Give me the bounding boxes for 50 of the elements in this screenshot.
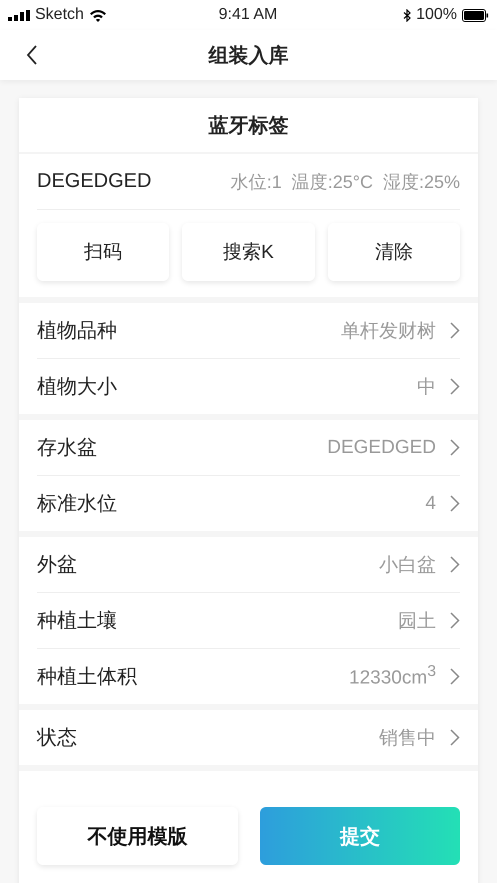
action-button[interactable]: 清除 <box>328 223 460 281</box>
row-label: 标准水位 <box>37 492 118 517</box>
row-value: 单杆发财树 <box>341 320 436 344</box>
row-label: 种植土壤 <box>37 609 118 634</box>
row-label: 外盆 <box>37 553 78 578</box>
row-label: 植物品种 <box>37 319 118 344</box>
row-value: 4 <box>425 492 436 514</box>
battery-percent: 100% <box>416 6 457 24</box>
action-button[interactable]: 搜索K <box>182 223 315 281</box>
chevron-right-icon <box>450 729 460 746</box>
row-value: 园土 <box>398 610 436 634</box>
wifi-icon <box>88 8 107 22</box>
sensor-reading: 水位:1 <box>230 170 282 194</box>
action-button[interactable]: 扫码 <box>37 223 170 281</box>
row-label: 状态 <box>37 726 78 751</box>
row-label: 种植土体积 <box>37 665 138 690</box>
form-row[interactable]: 外盆 小白盆 <box>37 537 460 593</box>
back-icon[interactable] <box>26 45 38 65</box>
form-row[interactable]: 种植土壤 园土 <box>37 593 460 649</box>
page-title: 组装入库 <box>208 44 288 68</box>
chevron-right-icon <box>450 378 460 395</box>
signal-icon <box>8 10 30 20</box>
chevron-right-icon <box>450 439 460 456</box>
chevron-right-icon <box>450 556 460 573</box>
chevron-right-icon <box>450 668 460 685</box>
chevron-right-icon <box>450 322 460 339</box>
status-time: 9:41 AM <box>218 6 278 24</box>
form-row[interactable]: 植物品种 单杆发财树 <box>37 303 460 359</box>
row-label: 存水盆 <box>37 436 98 461</box>
card-title: 蓝牙标签 <box>19 98 478 154</box>
no-template-button[interactable]: 不使用模版 <box>37 807 238 865</box>
row-value: 12330cm$^{3}$ <box>349 663 436 690</box>
row-label: 植物大小 <box>37 375 118 400</box>
form-row[interactable]: 种植土体积 12330cm$^{3}$ <box>37 649 460 704</box>
carrier-name: Sketch <box>35 6 84 24</box>
form-row[interactable]: 状态 销售中 <box>37 710 460 765</box>
battery-icon <box>462 8 489 22</box>
form-row[interactable]: 标准水位 4 <box>37 476 460 531</box>
row-value: 销售中 <box>379 726 436 750</box>
form-row[interactable]: 存水盆 DEGEDGED <box>37 420 460 476</box>
chevron-right-icon <box>450 612 460 629</box>
row-value: DEGEDGED <box>327 436 436 458</box>
sensor-reading: 湿度:25% <box>382 170 460 194</box>
chevron-right-icon <box>450 495 460 512</box>
row-value: 中 <box>417 376 436 400</box>
tag-id: DEGEDGED <box>37 170 152 193</box>
sensor-reading: 温度:25°C <box>292 170 373 194</box>
row-value: 小白盆 <box>379 554 436 578</box>
form-row[interactable]: 植物大小 中 <box>37 359 460 414</box>
bluetooth-icon <box>403 8 412 22</box>
